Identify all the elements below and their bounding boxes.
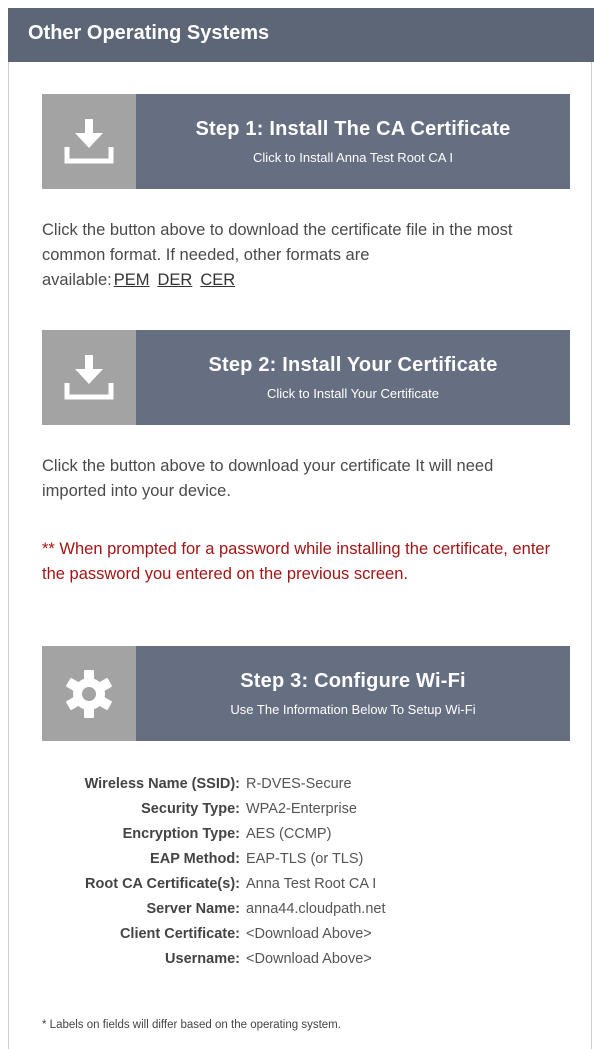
- step2-label-area: Step 2: Install Your Certificate Click t…: [136, 330, 570, 425]
- install-ca-certificate-button[interactable]: Step 1: Install The CA Certificate Click…: [42, 94, 570, 189]
- encryption-type-label: Encryption Type:: [122, 825, 240, 842]
- ssid-label: Wireless Name (SSID):: [84, 775, 240, 792]
- step3-title: Step 3: Configure Wi-Fi: [240, 670, 466, 692]
- security-type-label: Security Type:: [141, 800, 240, 817]
- section-header: Other Operating Systems: [8, 8, 594, 62]
- root-ca-value: Anna Test Root CA I: [246, 875, 377, 892]
- download-icon: [42, 94, 136, 189]
- step1-title: Step 1: Install The CA Certificate: [195, 118, 511, 140]
- client-certificate-value: <Download Above>: [246, 925, 372, 942]
- ssid-value: R-DVES-Secure: [246, 775, 352, 792]
- server-name-label: Server Name:: [146, 900, 241, 917]
- wifi-setting-row: Encryption Type: AES (CCMP): [30, 821, 570, 846]
- client-certificate-label: Client Certificate:: [119, 925, 240, 942]
- configure-wifi-button[interactable]: Step 3: Configure Wi-Fi Use The Informat…: [42, 646, 570, 741]
- install-your-certificate-button[interactable]: Step 2: Install Your Certificate Click t…: [42, 330, 570, 425]
- format-link-der[interactable]: DER: [157, 271, 192, 289]
- step2-description: Click the button above to download your …: [42, 457, 494, 500]
- password-warning: ** When prompted for a password while in…: [42, 540, 551, 583]
- format-link-cer[interactable]: CER: [200, 271, 235, 289]
- gear-icon: [42, 646, 136, 741]
- step3-subtitle: Use The Information Below To Setup Wi-Fi: [230, 702, 476, 717]
- step2-title: Step 2: Install Your Certificate: [208, 354, 498, 376]
- security-type-value: WPA2-Enterprise: [246, 800, 357, 817]
- encryption-type-value: AES (CCMP): [246, 825, 332, 842]
- download-icon: [42, 330, 136, 425]
- section-title: Other Operating Systems: [28, 22, 270, 44]
- root-ca-label: Root CA Certificate(s):: [85, 875, 240, 892]
- wifi-setting-row: Client Certificate: <Download Above>: [30, 921, 570, 946]
- wifi-setting-row: Security Type: WPA2-Enterprise: [30, 796, 570, 821]
- wifi-setting-row: Server Name: anna44.cloudpath.net: [30, 896, 570, 921]
- wifi-setting-row: Wireless Name (SSID): R-DVES-Secure: [30, 771, 570, 796]
- format-link-pem[interactable]: PEM: [114, 271, 150, 289]
- wifi-setting-row: Username: <Download Above>: [30, 946, 570, 971]
- wifi-settings-table: Wireless Name (SSID): R-DVES-Secure Secu…: [30, 771, 570, 971]
- step1-subtitle: Click to Install Anna Test Root CA I: [253, 150, 453, 165]
- wifi-setting-row: EAP Method: EAP-TLS (or TLS): [30, 846, 570, 871]
- step1-description: Click the button above to download the c…: [42, 218, 562, 293]
- step3-label-area: Step 3: Configure Wi-Fi Use The Informat…: [136, 646, 570, 741]
- step1-label-area: Step 1: Install The CA Certificate Click…: [136, 94, 570, 189]
- footnote: * Labels on fields will differ based on …: [42, 1019, 341, 1031]
- username-label: Username:: [165, 950, 240, 967]
- eap-method-value: EAP-TLS (or TLS): [246, 850, 364, 867]
- step1-description-text: Click the button above to download the c…: [42, 221, 513, 289]
- step2-subtitle: Click to Install Your Certificate: [267, 386, 439, 401]
- username-value: <Download Above>: [246, 950, 372, 967]
- server-name-value: anna44.cloudpath.net: [246, 900, 386, 917]
- wifi-setting-row: Root CA Certificate(s): Anna Test Root C…: [30, 871, 570, 896]
- eap-method-label: EAP Method:: [150, 850, 240, 867]
